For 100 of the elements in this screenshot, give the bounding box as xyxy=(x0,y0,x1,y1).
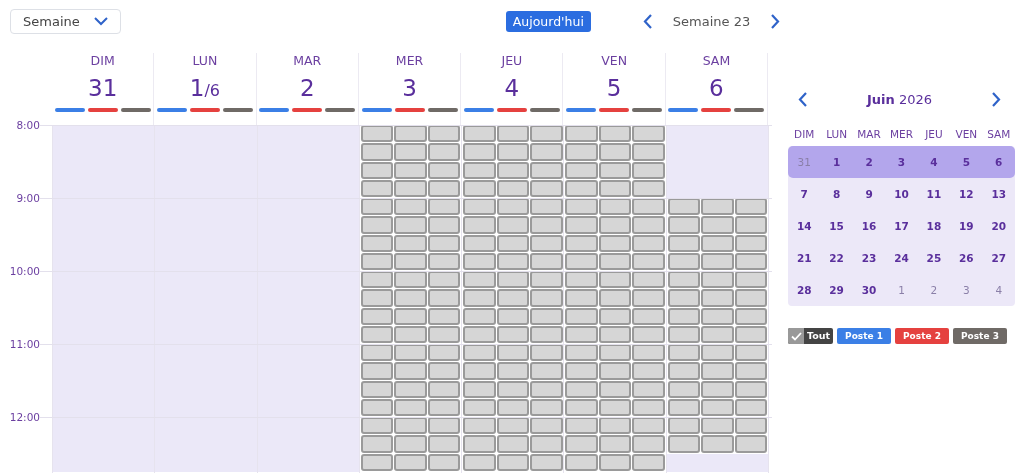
booked-slot[interactable] xyxy=(530,252,563,270)
date-cell[interactable]: 16 xyxy=(852,220,886,232)
booked-slot[interactable] xyxy=(496,179,530,197)
booked-slot[interactable] xyxy=(427,398,461,416)
booked-slot[interactable] xyxy=(463,435,496,453)
booked-slot[interactable] xyxy=(530,453,563,471)
booked-slot[interactable] xyxy=(394,143,427,161)
booked-slot[interactable] xyxy=(667,252,701,270)
booked-slot[interactable] xyxy=(496,161,530,179)
all-filter-toggle[interactable]: Tout xyxy=(788,328,834,344)
booked-slot[interactable] xyxy=(496,289,530,307)
booked-slot[interactable] xyxy=(463,143,496,161)
booked-slot[interactable] xyxy=(427,234,461,252)
booked-slot[interactable] xyxy=(667,380,701,398)
booked-slot[interactable] xyxy=(565,453,598,471)
booked-slot[interactable] xyxy=(667,307,701,325)
date-cell[interactable]: 20 xyxy=(982,220,1015,232)
booked-slot[interactable] xyxy=(496,398,530,416)
booked-slot[interactable] xyxy=(496,435,530,453)
date-cell[interactable]: 13 xyxy=(982,188,1015,200)
booked-slot[interactable] xyxy=(632,161,665,179)
next-month-icon[interactable] xyxy=(991,91,1001,107)
date-cell[interactable]: 30 xyxy=(852,284,886,296)
booked-slot[interactable] xyxy=(565,216,598,234)
booked-slot[interactable] xyxy=(632,216,665,234)
booked-slot[interactable] xyxy=(463,179,496,197)
booked-slot[interactable] xyxy=(427,362,461,380)
booked-slot[interactable] xyxy=(394,362,427,380)
booked-slot[interactable] xyxy=(632,179,665,197)
booked-slot[interactable] xyxy=(667,289,701,307)
booked-slot[interactable] xyxy=(565,380,598,398)
booked-slot[interactable] xyxy=(565,179,598,197)
booked-slot[interactable] xyxy=(667,398,701,416)
date-cell[interactable]: 1 xyxy=(820,156,853,168)
booked-slot[interactable] xyxy=(701,435,734,453)
booked-slot[interactable] xyxy=(394,398,427,416)
booked-slot[interactable] xyxy=(734,398,768,416)
booked-slot[interactable] xyxy=(530,234,563,252)
booked-slot[interactable] xyxy=(427,161,461,179)
booked-slot[interactable] xyxy=(667,325,701,343)
booked-slot[interactable] xyxy=(360,398,394,416)
booked-slot[interactable] xyxy=(463,161,496,179)
booked-slot[interactable] xyxy=(530,398,563,416)
booked-slot[interactable] xyxy=(734,435,768,453)
booked-slot[interactable] xyxy=(394,252,427,270)
booked-slot[interactable] xyxy=(427,435,461,453)
booked-slot[interactable] xyxy=(530,362,563,380)
booked-slot[interactable] xyxy=(632,362,665,380)
booked-slot[interactable] xyxy=(667,234,701,252)
booked-slot[interactable] xyxy=(427,143,461,161)
date-cell[interactable]: 3 xyxy=(885,156,918,168)
date-cell[interactable]: 21 xyxy=(788,252,821,264)
booked-slot[interactable] xyxy=(530,143,563,161)
booked-slot[interactable] xyxy=(632,453,665,471)
booked-slot[interactable] xyxy=(667,435,701,453)
booked-slot[interactable] xyxy=(360,252,394,270)
booked-slot[interactable] xyxy=(598,161,632,179)
booked-slot[interactable] xyxy=(598,307,632,325)
date-cell[interactable]: 18 xyxy=(917,220,951,232)
booked-slot[interactable] xyxy=(701,307,734,325)
booked-slot[interactable] xyxy=(463,216,496,234)
booked-slot[interactable] xyxy=(496,143,530,161)
booked-slot[interactable] xyxy=(496,325,530,343)
booked-slot[interactable] xyxy=(360,435,394,453)
booked-slot[interactable] xyxy=(394,161,427,179)
booked-slot[interactable] xyxy=(565,234,598,252)
date-cell[interactable]: 11 xyxy=(917,188,951,200)
booked-slot[interactable] xyxy=(360,143,394,161)
booked-slot[interactable] xyxy=(530,307,563,325)
booked-slot[interactable] xyxy=(734,380,768,398)
booked-slot[interactable] xyxy=(632,435,665,453)
booked-slot[interactable] xyxy=(632,252,665,270)
booked-slot[interactable] xyxy=(427,252,461,270)
date-cell[interactable]: 12 xyxy=(950,188,983,200)
week-row[interactable]: 14 15 16 17 18 19 20 xyxy=(788,210,1015,242)
booked-slot[interactable] xyxy=(496,307,530,325)
booked-slot[interactable] xyxy=(598,143,632,161)
booked-slot[interactable] xyxy=(598,325,632,343)
booked-slot[interactable] xyxy=(496,453,530,471)
booked-slot[interactable] xyxy=(734,216,768,234)
booked-slot[interactable] xyxy=(598,398,632,416)
booked-slot[interactable] xyxy=(360,380,394,398)
booked-slot[interactable] xyxy=(734,289,768,307)
booked-slot[interactable] xyxy=(360,362,394,380)
date-cell[interactable]: 2 xyxy=(852,156,886,168)
date-cell[interactable]: 15 xyxy=(820,220,853,232)
booked-slot[interactable] xyxy=(530,380,563,398)
booked-slot[interactable] xyxy=(701,398,734,416)
booked-slot[interactable] xyxy=(565,143,598,161)
booked-slot[interactable] xyxy=(394,289,427,307)
date-cell[interactable]: 10 xyxy=(885,188,918,200)
booked-slot[interactable] xyxy=(530,216,563,234)
date-cell[interactable]: 8 xyxy=(820,188,853,200)
booked-slot[interactable] xyxy=(394,234,427,252)
booked-slot[interactable] xyxy=(598,362,632,380)
booked-slot[interactable] xyxy=(496,362,530,380)
previous-month-icon[interactable] xyxy=(798,91,808,107)
booked-slot[interactable] xyxy=(530,179,563,197)
booked-slot[interactable] xyxy=(734,362,768,380)
today-button[interactable]: Aujourd'hui xyxy=(505,11,591,32)
